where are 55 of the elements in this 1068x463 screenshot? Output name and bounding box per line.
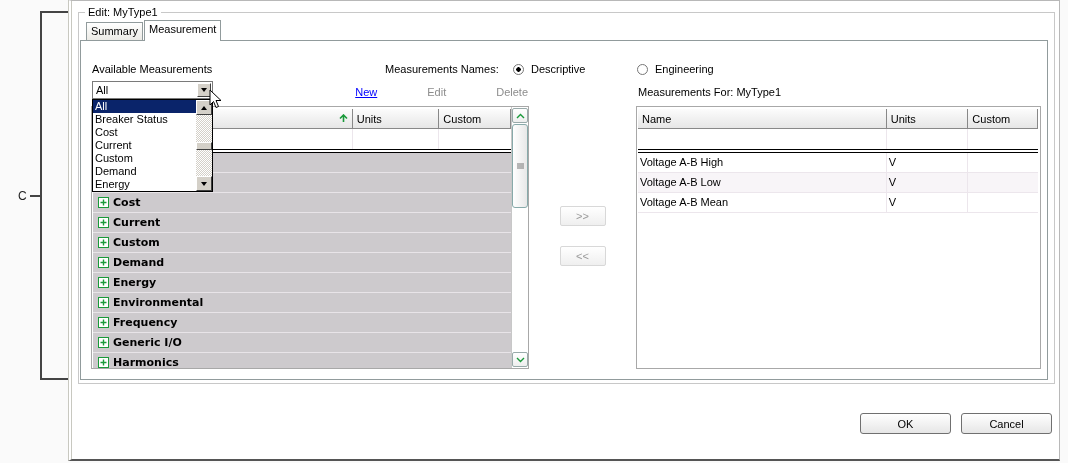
- expand-icon[interactable]: [98, 277, 109, 288]
- dropdown-item[interactable]: Demand: [93, 165, 196, 178]
- dialog-button[interactable]: OK: [860, 413, 951, 434]
- group-row[interactable]: Cost: [93, 193, 511, 213]
- expand-icon[interactable]: [98, 297, 109, 308]
- radio-option[interactable]: Descriptive: [513, 63, 637, 75]
- column-header[interactable]: Custom: [968, 109, 1038, 129]
- dropdown-item[interactable]: Custom: [93, 152, 196, 165]
- group-row[interactable]: Custom: [93, 233, 511, 253]
- table-cell: Voltage A-B Mean: [638, 193, 887, 212]
- expand-icon[interactable]: [98, 257, 109, 268]
- column-header[interactable]: Units: [352, 109, 440, 129]
- sort-ascending-icon: [338, 114, 348, 123]
- group-title: Edit: MyType1: [87, 6, 159, 18]
- dropdown-item[interactable]: Breaker Status: [93, 113, 196, 126]
- measurement-names-label: Measurements Names:: [385, 63, 500, 75]
- chevron-up-icon: [515, 112, 525, 119]
- radio-option[interactable]: Engineering: [637, 63, 714, 75]
- column-header[interactable]: Name: [638, 109, 887, 129]
- group-row[interactable]: Frequency: [93, 313, 511, 333]
- tab[interactable]: Measurement: [144, 20, 222, 41]
- dropdown-item[interactable]: Energy: [93, 178, 196, 191]
- measurement-dropdown[interactable]: All: [92, 81, 213, 99]
- radio-button[interactable]: [513, 63, 524, 75]
- annotation-label: C: [18, 188, 27, 203]
- tab[interactable]: Summary: [86, 22, 144, 40]
- column-header[interactable]: Custom: [439, 109, 511, 129]
- action-link[interactable]: New: [355, 86, 378, 99]
- expand-icon[interactable]: [98, 217, 109, 228]
- group-row[interactable]: Energy: [93, 273, 511, 293]
- dialog-button[interactable]: Cancel: [961, 413, 1052, 434]
- radio-button[interactable]: [637, 63, 648, 75]
- dropdown-item[interactable]: Current: [93, 139, 196, 152]
- group-row[interactable]: Demand: [93, 253, 511, 273]
- measurements-for-label: Measurements For: MyType1: [638, 86, 782, 99]
- table-cell: Voltage A-B Low: [638, 173, 887, 192]
- group-row[interactable]: Generic I/O: [93, 333, 511, 353]
- available-measurements-label: Available Measurements: [92, 63, 214, 75]
- table-cell: V: [886, 153, 969, 172]
- expand-icon[interactable]: [98, 197, 109, 208]
- table-cell: V: [886, 193, 969, 212]
- dropdown-item[interactable]: All: [93, 100, 196, 113]
- expand-icon[interactable]: [98, 337, 109, 348]
- table-cell: V: [886, 173, 969, 192]
- expand-icon[interactable]: [98, 317, 109, 328]
- column-header[interactable]: Units: [886, 109, 969, 129]
- expand-icon[interactable]: [98, 357, 109, 368]
- scrollbar-thumb[interactable]: [512, 124, 528, 208]
- dropdown-item[interactable]: Cost: [93, 126, 196, 139]
- group-row[interactable]: Environmental: [93, 293, 511, 313]
- expand-icon[interactable]: [98, 237, 109, 248]
- chevron-down-icon: [515, 356, 525, 363]
- table-cell: Voltage A-B High: [638, 153, 887, 172]
- group-row[interactable]: Harmonics: [93, 353, 511, 368]
- group-row[interactable]: Current: [93, 213, 511, 233]
